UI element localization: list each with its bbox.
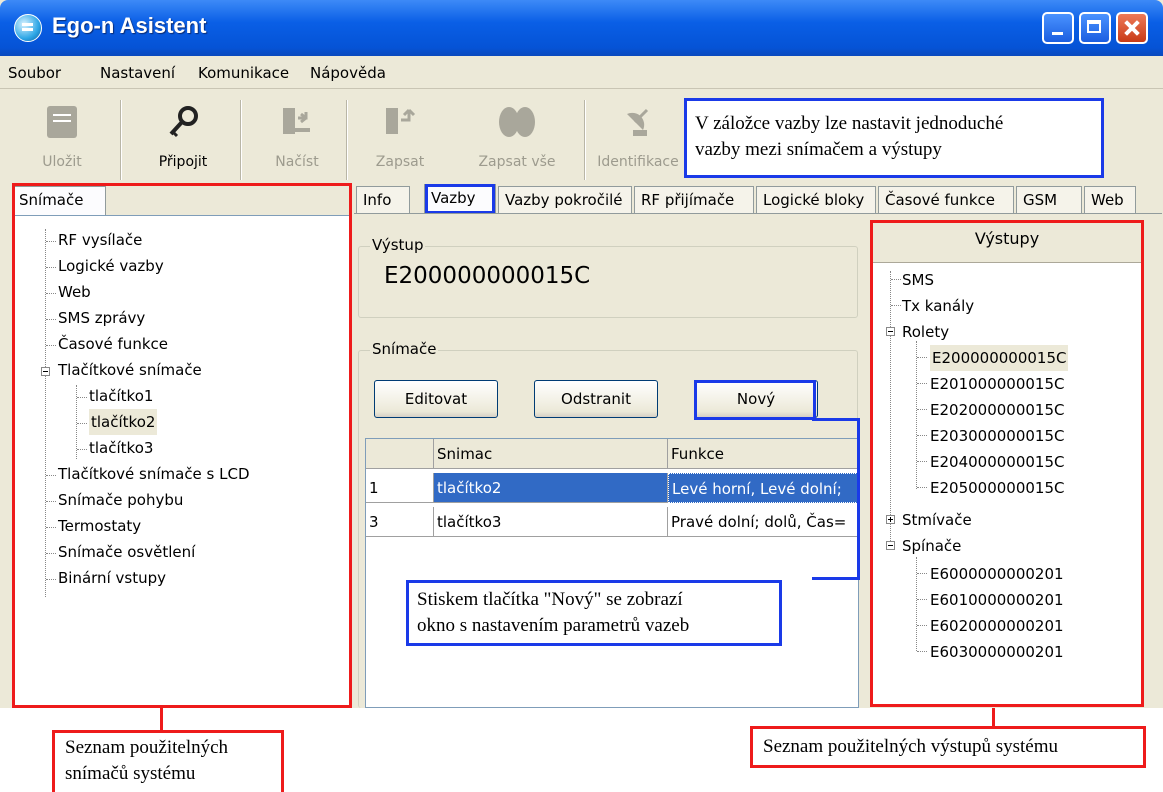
tab-casove-funkce[interactable]: Časové funkce bbox=[878, 186, 1014, 213]
write-all-icon bbox=[499, 107, 535, 137]
edit-button[interactable]: Editovat bbox=[374, 380, 498, 418]
write-button[interactable]: Zapsat bbox=[360, 90, 440, 184]
tab-web[interactable]: Web bbox=[1084, 186, 1136, 213]
connect-button[interactable]: Připojit bbox=[138, 90, 228, 184]
minimize-button[interactable] bbox=[1042, 12, 1074, 44]
tab-logicke-bloky[interactable]: Logické bloky bbox=[756, 186, 876, 213]
load-button[interactable]: Načíst bbox=[258, 90, 336, 184]
write-icon bbox=[386, 108, 416, 134]
vazby-tab-highlight bbox=[425, 184, 495, 214]
table-cell-snimac[interactable]: tlačítko3 bbox=[434, 507, 668, 537]
key-icon bbox=[169, 106, 198, 138]
app-icon bbox=[14, 14, 42, 42]
window-title: Ego-n Asistent bbox=[52, 13, 207, 38]
vazby-annotation: V záložce vazby lze nastavit jednoduché … bbox=[684, 98, 1104, 178]
tab-vazby-pokrocile[interactable]: Vazby pokročilé bbox=[498, 186, 632, 213]
close-button[interactable] bbox=[1116, 12, 1148, 44]
tab-info[interactable]: Info bbox=[356, 186, 410, 213]
menu-komunikace[interactable]: Komunikace bbox=[198, 64, 289, 82]
remove-button[interactable]: Odstranit bbox=[534, 380, 658, 418]
sensors-list-highlight bbox=[12, 183, 352, 708]
write-all-button[interactable]: Zapsat vše bbox=[470, 90, 564, 184]
sensors-label: Snímače bbox=[370, 340, 439, 358]
maximize-button[interactable] bbox=[1079, 12, 1111, 44]
sensors-list-caption: Seznam použitelných snímačů systému bbox=[52, 730, 284, 792]
save-button[interactable]: Uložit bbox=[20, 90, 104, 184]
output-value: E200000000015C bbox=[384, 263, 591, 289]
load-icon bbox=[283, 108, 310, 134]
menu-soubor[interactable]: Soubor bbox=[8, 64, 61, 82]
output-label: Výstup bbox=[370, 236, 426, 254]
save-icon bbox=[47, 106, 77, 138]
outputs-list-highlight bbox=[870, 220, 1144, 707]
tab-rf-prijimace[interactable]: RF přijímače bbox=[634, 186, 754, 213]
new-button-highlight bbox=[694, 380, 816, 420]
title-bar[interactable]: Ego-n Asistent bbox=[0, 0, 1163, 56]
satellite-icon bbox=[627, 108, 649, 136]
menu-nastaveni[interactable]: Nastavení bbox=[100, 64, 175, 82]
row-number[interactable]: 1 bbox=[366, 473, 434, 503]
menu-bar: Soubor Nastavení Komunikace Nápověda bbox=[0, 56, 1163, 89]
bindings-grid: Snimac Funkce 1 tlačítko2 Levé horní, Le… bbox=[365, 438, 859, 708]
table-cell-snimac[interactable]: tlačítko2 bbox=[434, 473, 668, 503]
row-number[interactable]: 3 bbox=[366, 507, 434, 537]
outputs-list-caption: Seznam použitelných výstupů systému bbox=[750, 726, 1146, 768]
novy-annotation: Stiskem tlačítka "Nový" se zobrazí okno … bbox=[406, 580, 782, 646]
identify-button[interactable]: Identifikace bbox=[590, 90, 686, 184]
connector-line bbox=[812, 418, 860, 580]
menu-napoveda[interactable]: Nápověda bbox=[310, 64, 386, 82]
tab-gsm[interactable]: GSM bbox=[1016, 186, 1082, 213]
column-header-snimac[interactable]: Snimac bbox=[434, 439, 668, 469]
